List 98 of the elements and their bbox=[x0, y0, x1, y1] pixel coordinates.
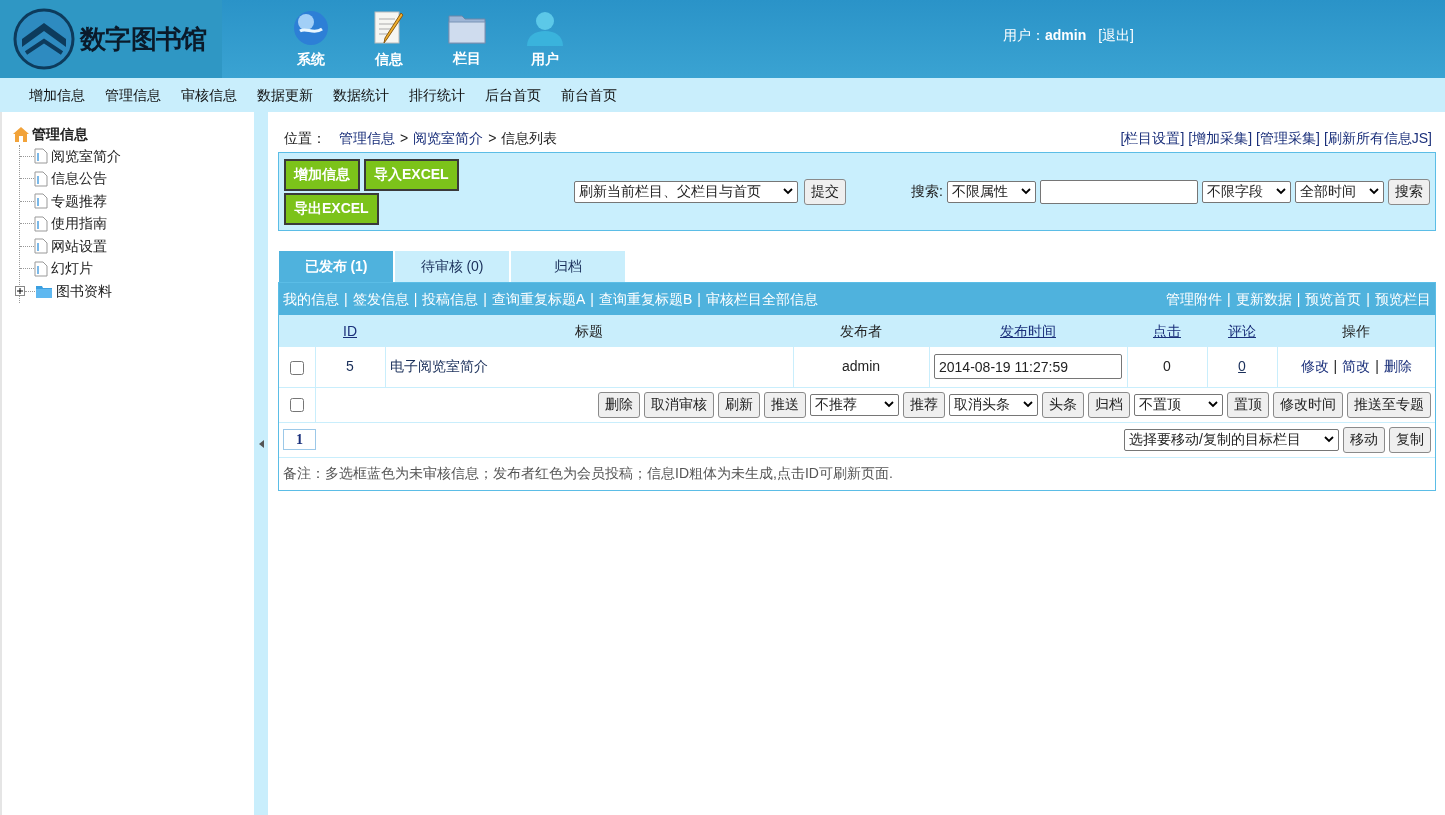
title-link[interactable]: 电子阅览室简介 bbox=[389, 358, 488, 375]
menu-item[interactable]: 数据统计 bbox=[333, 84, 389, 106]
breadcrumb-link[interactable]: 管理信息 bbox=[339, 127, 395, 149]
table-cell: admin bbox=[841, 358, 881, 375]
link-separator: | bbox=[1296, 289, 1301, 309]
batch-select[interactable]: 不置顶 bbox=[1134, 393, 1223, 416]
tab[interactable]: 待审核 (0) bbox=[395, 251, 509, 282]
link-separator: | bbox=[344, 289, 348, 309]
search-button[interactable]: 搜索 bbox=[1388, 178, 1430, 205]
chevron-down-icon bbox=[783, 188, 793, 195]
batch-select[interactable]: 不推荐 bbox=[810, 393, 899, 416]
attribute-select[interactable]: 不限属性 bbox=[947, 180, 1036, 203]
header-link[interactable]: [刷新所有信息JS] bbox=[1323, 127, 1432, 149]
column-header: 操作 bbox=[1342, 322, 1370, 339]
tab[interactable]: 归档 bbox=[511, 251, 625, 282]
menu-item[interactable]: 排行统计 bbox=[409, 84, 465, 106]
menu-item[interactable]: 管理信息 bbox=[105, 84, 161, 106]
column-header: 标题 bbox=[575, 322, 603, 339]
tree-item[interactable]: 使用指南 bbox=[51, 213, 107, 235]
menu-item[interactable]: 前台首页 bbox=[561, 84, 617, 106]
comments-link[interactable]: 0 bbox=[1238, 358, 1246, 375]
link-separator: | bbox=[1366, 289, 1370, 309]
search-label: 搜索: bbox=[911, 182, 943, 201]
header-link[interactable]: [栏目设置] bbox=[1120, 127, 1185, 149]
tree-root[interactable]: 管理信息 bbox=[32, 124, 88, 145]
batch-button[interactable]: 推送 bbox=[764, 391, 806, 418]
target-column-select[interactable]: 选择要移动/复制的目标栏目 bbox=[1124, 428, 1339, 451]
batch-button[interactable]: 删除 bbox=[598, 391, 640, 418]
collapse-left-icon[interactable] bbox=[258, 439, 264, 448]
link-separator: | bbox=[697, 289, 701, 309]
select-all-checkbox[interactable] bbox=[289, 398, 304, 413]
chevron-down-icon bbox=[1021, 188, 1031, 195]
link-separator: | bbox=[413, 289, 418, 309]
home-icon bbox=[12, 126, 30, 143]
breadcrumb-separator: > bbox=[400, 128, 409, 148]
batch-button[interactable]: 归档 bbox=[1088, 391, 1130, 418]
refresh-select[interactable]: 刷新当前栏目、父栏目与首页 bbox=[574, 180, 798, 203]
batch-button[interactable]: 修改时间 bbox=[1273, 391, 1343, 418]
time-select[interactable]: 全部时间 bbox=[1295, 180, 1384, 203]
time-field[interactable]: 2014-08-19 11:27:59 bbox=[934, 354, 1122, 380]
user-label: 用户：admin bbox=[1003, 25, 1087, 45]
row-action-link[interactable]: 简改 bbox=[1342, 356, 1371, 378]
header-link[interactable]: [管理采集] bbox=[1256, 127, 1320, 149]
field-select[interactable]: 不限字段 bbox=[1202, 180, 1291, 203]
breadcrumb-link[interactable]: 阅览室简介 bbox=[413, 127, 484, 149]
chevron-down-icon bbox=[1023, 401, 1033, 408]
row-action-link[interactable]: 删除 bbox=[1383, 356, 1412, 378]
tree-item[interactable]: 图书资料 bbox=[56, 280, 112, 302]
batch-button[interactable]: 置顶 bbox=[1227, 391, 1269, 418]
folder-icon bbox=[35, 283, 53, 299]
batch-button[interactable]: 推送至专题 bbox=[1347, 391, 1431, 418]
table-cell: 0 bbox=[1163, 358, 1171, 375]
chevron-down-icon bbox=[1369, 188, 1379, 195]
chevron-down-icon bbox=[1208, 401, 1218, 408]
menu-item[interactable]: 增加信息 bbox=[29, 84, 85, 106]
move-button[interactable]: 移动 bbox=[1343, 426, 1385, 453]
menu-item[interactable]: 数据更新 bbox=[257, 84, 313, 106]
column-header[interactable]: 点击 bbox=[1153, 322, 1181, 339]
link-separator: | bbox=[590, 289, 594, 309]
row-action-link[interactable]: 修改 bbox=[1300, 356, 1329, 378]
column-header[interactable]: ID bbox=[343, 322, 357, 339]
breadcrumb-separator: > bbox=[488, 128, 497, 148]
link-separator: | bbox=[483, 289, 487, 309]
chevron-down-icon bbox=[1276, 188, 1286, 195]
menu-item[interactable]: 后台首页 bbox=[485, 84, 541, 106]
chevron-down-icon bbox=[1324, 436, 1334, 443]
tree-item[interactable]: 信息公告 bbox=[51, 168, 107, 190]
submit-button[interactable]: 提交 bbox=[804, 178, 846, 205]
link-separator: | bbox=[1333, 357, 1338, 377]
tree-item[interactable]: 幻灯片 bbox=[51, 258, 93, 280]
tree-item[interactable]: 阅览室简介 bbox=[51, 145, 121, 167]
menu-item[interactable]: 审核信息 bbox=[181, 84, 237, 106]
column-header[interactable]: 评论 bbox=[1228, 322, 1256, 339]
logo-icon bbox=[12, 7, 76, 71]
header-link[interactable]: [增加采集] bbox=[1188, 127, 1253, 149]
link-separator: | bbox=[1227, 289, 1231, 309]
row-checkbox[interactable] bbox=[289, 360, 304, 375]
batch-select[interactable]: 取消头条 bbox=[949, 393, 1038, 416]
page-number[interactable]: 1 bbox=[283, 429, 316, 450]
batch-button[interactable]: 取消审核 bbox=[644, 391, 714, 418]
breadcrumb-label: 位置： bbox=[284, 128, 326, 148]
logo-text: 数字图书馆 bbox=[80, 22, 207, 56]
chevron-down-icon bbox=[884, 401, 894, 408]
breadcrumb-current: 信息列表 bbox=[501, 128, 558, 148]
column-header[interactable]: 发布时间 bbox=[1000, 322, 1056, 339]
move-button[interactable]: 复制 bbox=[1389, 426, 1431, 453]
batch-button[interactable]: 刷新 bbox=[718, 391, 760, 418]
expand-icon[interactable] bbox=[15, 286, 25, 297]
table-cell: 5 bbox=[346, 358, 354, 375]
tree-item[interactable]: 专题推荐 bbox=[51, 190, 107, 212]
tree-item[interactable]: 网站设置 bbox=[51, 235, 107, 257]
note-text: 备注：多选框蓝色为未审核信息；发布者红色为会员投稿；信息ID粗体为未生成,点击ID可刷新页面. bbox=[283, 465, 893, 482]
batch-button[interactable]: 推荐 bbox=[903, 391, 945, 418]
link-separator: | bbox=[1375, 357, 1379, 377]
batch-button[interactable]: 头条 bbox=[1042, 391, 1084, 418]
globe-icon bbox=[292, 8, 330, 47]
search-field[interactable] bbox=[1040, 179, 1198, 204]
column-header: 发布者 bbox=[840, 322, 882, 339]
